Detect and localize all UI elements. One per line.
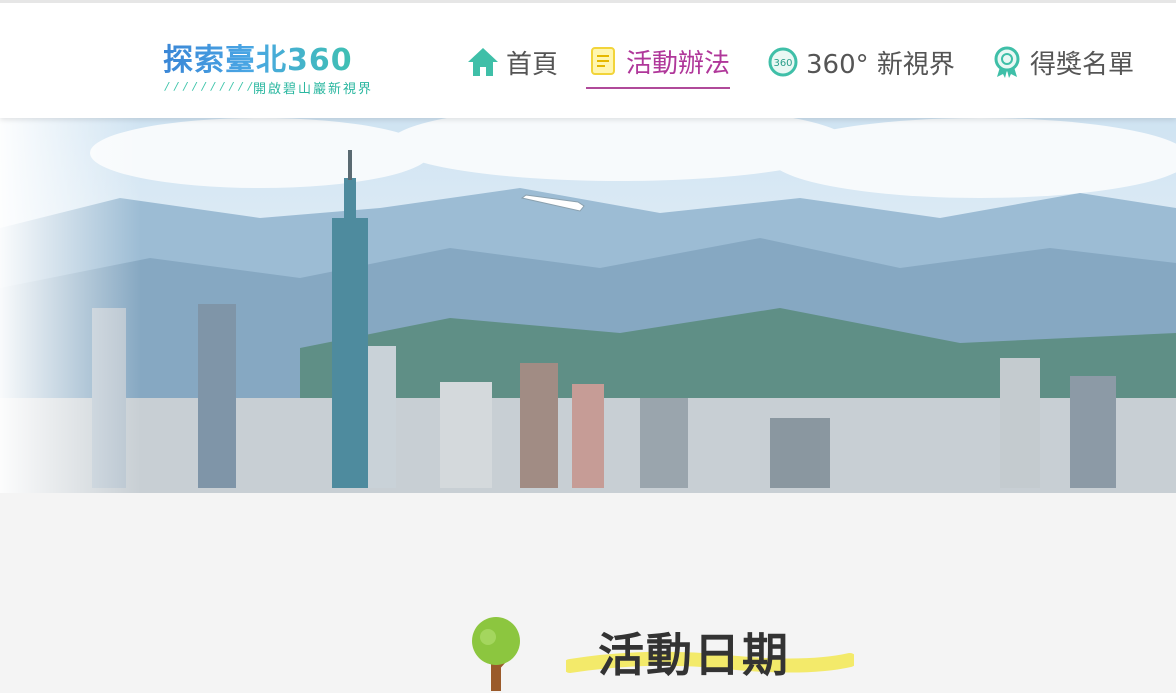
nav-label-winners: 得獎名單	[1030, 49, 1135, 80]
logo-title: 探索臺北360	[163, 35, 353, 79]
section-title: 活動日期	[598, 628, 790, 682]
hero-banner-image	[0, 118, 1176, 493]
site-logo[interactable]: 探索臺北360 / / / / / / / / / / 開啟碧山巖新視界	[163, 25, 393, 99]
logo-subtitle: 開啟碧山巖新視界	[253, 82, 374, 97]
nav-item-winners[interactable]: 得獎名單	[990, 37, 1134, 87]
nav-label-rules: 活動辦法	[626, 48, 731, 79]
nav-item-360[interactable]: 360 360° 新視界	[766, 37, 955, 87]
home-icon	[468, 48, 498, 76]
svg-text:360: 360	[773, 58, 792, 69]
award-ribbon-icon	[994, 46, 1020, 78]
nav-label-360: 360° 新視界	[806, 49, 955, 80]
document-icon	[591, 47, 615, 75]
nav-label-home: 首頁	[506, 49, 559, 80]
360-icon: 360	[768, 47, 798, 77]
site-header: 探索臺北360 / / / / / / / / / / 開啟碧山巖新視界 首頁 …	[0, 0, 1176, 118]
nav-item-home[interactable]: 首頁	[466, 37, 558, 87]
logo-decoration: / / / / / / / / / /	[165, 80, 253, 93]
tree-icon	[472, 617, 520, 691]
nav-item-rules[interactable]: 活動辦法	[586, 39, 731, 89]
main-content: 活動日期	[0, 493, 1176, 693]
